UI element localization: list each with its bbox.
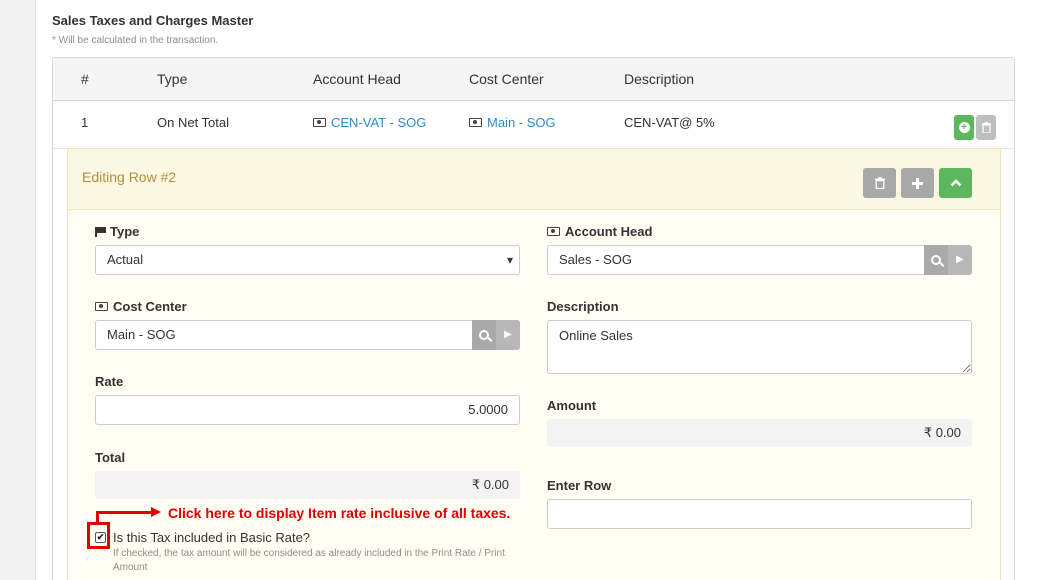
trash-icon: [981, 122, 991, 133]
rate-label: Rate: [95, 374, 124, 389]
row-type: On Net Total: [157, 115, 230, 130]
flag-icon: [95, 227, 106, 237]
annotation-arrow-line: [96, 511, 152, 514]
cost-center-value: Main - SOG: [107, 327, 176, 342]
plus-icon: [912, 177, 923, 189]
description-label: Description: [547, 299, 619, 314]
column-header-type: Type: [157, 71, 188, 87]
money-icon: [95, 302, 108, 311]
total-value: ₹ 0.00: [95, 471, 520, 499]
tax-included-help: If checked, the tax amount will be consi…: [113, 548, 505, 573]
cost-center-input[interactable]: Main - SOG ▶: [95, 320, 520, 350]
delete-editing-row-button[interactable]: [863, 168, 896, 198]
chevron-up-icon: [950, 179, 961, 187]
tax-included-label[interactable]: Is this Tax included in Basic Rate?: [113, 530, 310, 545]
enter-row-input[interactable]: [547, 499, 972, 529]
type-label: Type: [95, 224, 139, 239]
row-cost-center-link[interactable]: Main - SOG: [487, 115, 556, 130]
description-textarea[interactable]: Online Sales: [547, 320, 972, 374]
row-account-head[interactable]: CEN-VAT - SOG: [313, 101, 426, 144]
editing-row-actions: [863, 168, 972, 198]
account-head-open-button[interactable]: ▶: [948, 245, 972, 275]
cost-center-open-button[interactable]: ▶: [496, 320, 520, 350]
type-select[interactable]: Actual: [95, 245, 520, 275]
money-icon: [547, 227, 560, 236]
row-no: 1: [81, 115, 89, 130]
column-header-cost-center: Cost Center: [469, 71, 544, 87]
plus-circle-icon: +: [958, 122, 970, 133]
row-actions: +: [954, 115, 996, 140]
total-label: Total: [95, 450, 126, 465]
account-head-value: Sales - SOG: [559, 252, 632, 267]
arrow-right-icon: ▶: [504, 329, 512, 340]
insert-below-button[interactable]: [901, 168, 934, 198]
enter-row-label: Enter Row: [547, 478, 612, 493]
rate-input[interactable]: 5.0000: [95, 395, 520, 425]
cost-center-search-button[interactable]: [472, 320, 496, 350]
row-description: CEN-VAT@ 5%: [624, 115, 715, 130]
account-head-search-button[interactable]: [924, 245, 948, 275]
cost-center-link-buttons: ▶: [472, 320, 520, 350]
annotation-text: Click here to display Item rate inclusiv…: [168, 505, 511, 521]
search-icon: [479, 330, 489, 340]
trash-icon: [874, 177, 885, 189]
tax-included-checkbox[interactable]: ✔: [95, 532, 106, 543]
amount-value: ₹ 0.00: [547, 419, 972, 447]
editing-row-title: Editing Row #2: [82, 169, 177, 185]
search-icon: [931, 255, 941, 265]
money-icon: [469, 118, 482, 127]
row-cost-center[interactable]: Main - SOG: [469, 101, 556, 144]
form-page: Sales Taxes and Charges Master * Will be…: [35, 0, 1063, 580]
insert-row-button[interactable]: +: [954, 115, 974, 140]
column-header-account-head: Account Head: [313, 71, 401, 87]
account-head-input[interactable]: Sales - SOG ▶: [547, 245, 972, 275]
column-header-description: Description: [624, 71, 695, 87]
money-icon: [313, 118, 326, 127]
collapse-row-button[interactable]: [939, 168, 972, 198]
grid-header: # Type Account Head Cost Center Descript…: [53, 58, 1014, 101]
table-row[interactable]: 1 On Net Total CEN-VAT - SOG Main - SOG …: [53, 101, 1014, 149]
arrow-right-icon: ▶: [956, 254, 964, 265]
editing-row-header: Editing Row #2: [68, 149, 1000, 210]
section-title: Sales Taxes and Charges Master: [52, 13, 254, 28]
amount-label: Amount: [547, 398, 597, 413]
delete-row-button[interactable]: [976, 115, 996, 140]
account-head-label: Account Head: [547, 224, 652, 239]
section-note: * Will be calculated in the transaction.: [52, 35, 219, 46]
annotation-arrow-head: [151, 507, 161, 517]
row-account-head-link[interactable]: CEN-VAT - SOG: [331, 115, 426, 130]
column-header-no: #: [81, 71, 89, 87]
cost-center-label: Cost Center: [95, 299, 187, 314]
account-head-link-buttons: ▶: [924, 245, 972, 275]
